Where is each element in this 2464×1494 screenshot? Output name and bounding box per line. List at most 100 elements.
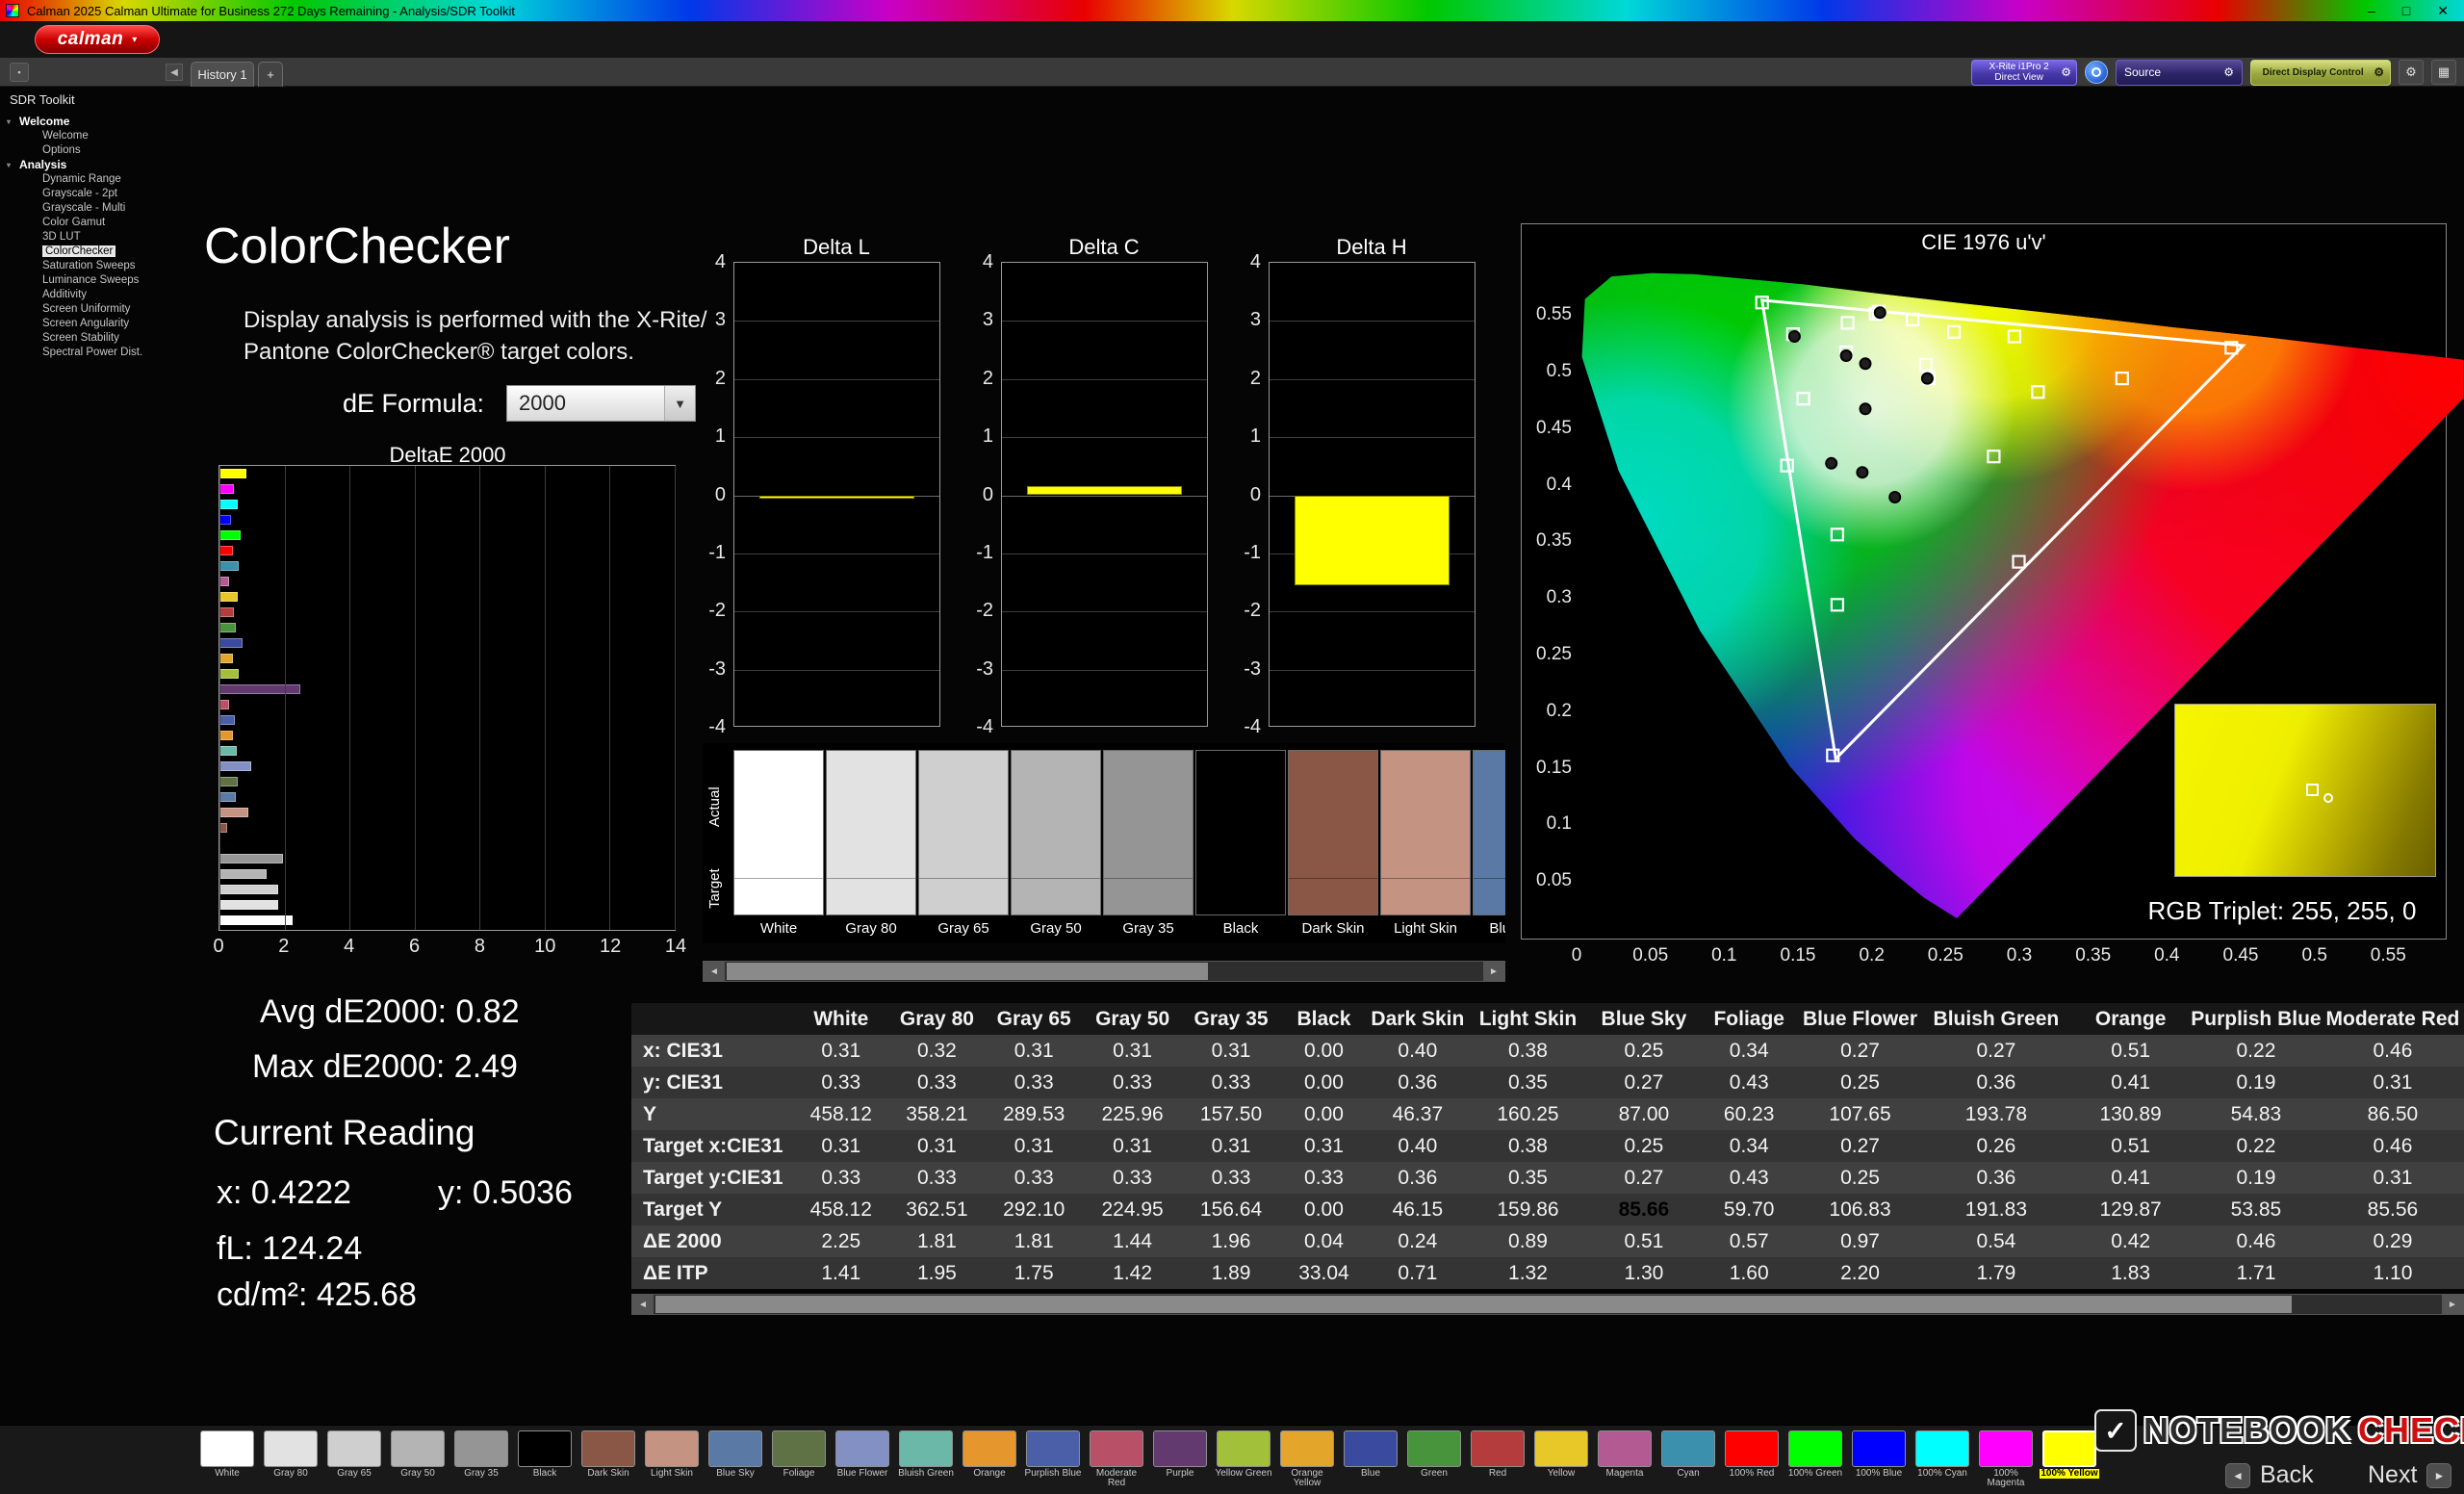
patch-button-blue-flower[interactable]: Blue Flower: [833, 1430, 892, 1479]
table-cell: 0.43: [1699, 1067, 1799, 1098]
patch-button-purple[interactable]: Purple: [1150, 1430, 1210, 1479]
sidebar-item-screen-stability[interactable]: Screen Stability: [0, 331, 189, 346]
table-cell: 1.44: [1083, 1225, 1182, 1257]
table-cell: 0.22: [2191, 1130, 2322, 1162]
scroll-right-icon[interactable]: ►: [1483, 962, 1504, 981]
patch-button-blue-sky[interactable]: Blue Sky: [706, 1430, 765, 1479]
sidebar-item-welcome[interactable]: Welcome: [0, 129, 189, 143]
patch-button-dark-skin[interactable]: Dark Skin: [578, 1430, 638, 1479]
strip-scrollbar[interactable]: ◄ ►: [703, 961, 1505, 982]
gear-icon: ⚙: [2223, 65, 2234, 79]
sidebar-item-additivity[interactable]: Additivity: [0, 288, 189, 302]
sidebar-item-color-gamut[interactable]: Color Gamut: [0, 216, 189, 230]
patch-button-cyan[interactable]: Cyan: [1658, 1430, 1718, 1479]
patch-swatch: [2042, 1430, 2096, 1467]
table-cell: 1.81: [888, 1225, 985, 1257]
strip-patch-label: Light Skin: [1394, 920, 1457, 937]
tab-history[interactable]: History 1: [191, 62, 254, 87]
scroll-thumb[interactable]: [727, 963, 1208, 980]
axis-tick-label: 0: [714, 483, 726, 505]
table-cell: 1.75: [984, 1257, 1084, 1289]
patch-button-100-green[interactable]: 100% Green: [1785, 1430, 1845, 1479]
patch-button-moderate-red[interactable]: Moderate Red: [1087, 1430, 1146, 1488]
display-control-button[interactable]: Direct Display Control ⚙: [2250, 59, 2391, 86]
table-cell: 0.29: [2321, 1225, 2464, 1257]
patch-label: Blue Flower: [836, 1468, 888, 1479]
table-scrollbar[interactable]: ◄ ►: [631, 1294, 2464, 1315]
scroll-left-icon[interactable]: ◄: [704, 962, 725, 981]
menu-button[interactable]: ▪: [10, 63, 29, 82]
scroll-left-icon[interactable]: ◄: [632, 1295, 654, 1314]
sidebar-item-options[interactable]: Options: [0, 143, 189, 158]
patch-button-gray-35[interactable]: Gray 35: [451, 1430, 511, 1479]
patch-button-100-magenta[interactable]: 100% Magenta: [1976, 1430, 2036, 1488]
sidebar-collapse-button[interactable]: ◀: [166, 64, 183, 81]
patch-button-black[interactable]: Black: [515, 1430, 575, 1479]
patch-label: Orange Yellow: [1291, 1468, 1323, 1488]
patch-button-yellow[interactable]: Yellow: [1531, 1430, 1591, 1479]
scroll-thumb[interactable]: [655, 1296, 2292, 1313]
minimize-button[interactable]: –: [2368, 3, 2375, 19]
target-part: [1474, 878, 1505, 914]
patch-button-green[interactable]: Green: [1404, 1430, 1464, 1479]
patch-swatch: [391, 1430, 445, 1467]
patch-button-yellow-green[interactable]: Yellow Green: [1214, 1430, 1273, 1479]
patch-button-gray-65[interactable]: Gray 65: [324, 1430, 384, 1479]
sidebar-item-luminance-sweeps[interactable]: Luminance Sweeps: [0, 273, 189, 288]
maximize-button[interactable]: □: [2402, 3, 2410, 19]
sidebar-item-dynamic-range[interactable]: Dynamic Range: [0, 172, 189, 187]
patch-label: Red: [1488, 1468, 1507, 1479]
patch-button-orange-yellow[interactable]: Orange Yellow: [1277, 1430, 1337, 1488]
patch-button-foliage[interactable]: Foliage: [769, 1430, 829, 1479]
sidebar-item-screen-angularity[interactable]: Screen Angularity: [0, 317, 189, 331]
patch-button-red[interactable]: Red: [1468, 1430, 1527, 1479]
current-reading-heading: Current Reading: [214, 1113, 475, 1152]
tree-expand-icon[interactable]: ▾: [7, 115, 11, 129]
tree-expand-icon[interactable]: ▾: [7, 158, 11, 172]
calman-menu-button[interactable]: calman ▾: [35, 25, 160, 54]
patch-button-white[interactable]: White: [197, 1430, 257, 1479]
patch-button-bluish-green[interactable]: Bluish Green: [896, 1430, 956, 1479]
sidebar-item-analysis[interactable]: ▾ Analysis: [0, 158, 189, 172]
patch-button-100-blue[interactable]: 100% Blue: [1849, 1430, 1909, 1479]
axis-tick-label: 10: [534, 936, 556, 957]
meter-status-badge[interactable]: [2085, 61, 2108, 84]
back-button[interactable]: ◄ Back: [2225, 1461, 2314, 1489]
patch-button-100-cyan[interactable]: 100% Cyan: [1912, 1430, 1972, 1479]
patch-button-100-yellow[interactable]: 100% Yellow: [2040, 1430, 2099, 1479]
patch-button-light-skin[interactable]: Light Skin: [642, 1430, 702, 1479]
target-part: [1381, 878, 1470, 914]
next-button[interactable]: Next ►: [2368, 1461, 2452, 1489]
sidebar-item-grayscale-2pt[interactable]: Grayscale - 2pt: [0, 187, 189, 201]
layout-panel-button[interactable]: ▦: [2431, 60, 2456, 85]
sidebar-item-3d-lut[interactable]: 3D LUT: [0, 230, 189, 245]
table-cell: 0.46: [2321, 1130, 2464, 1162]
sidebar-item-spectral-power-dist-[interactable]: Spectral Power Dist.: [0, 346, 189, 360]
add-tab-button[interactable]: +: [258, 62, 283, 87]
patch-button-orange[interactable]: Orange: [960, 1430, 1019, 1479]
table-cell: 1.81: [984, 1225, 1084, 1257]
patch-button-gray-50[interactable]: Gray 50: [388, 1430, 448, 1479]
sidebar-item-colorchecker[interactable]: ColorChecker: [0, 245, 189, 259]
meter-button[interactable]: X-Rite i1Pro 2 Direct View ⚙: [1971, 59, 2077, 86]
sidebar-item-screen-uniformity[interactable]: Screen Uniformity: [0, 302, 189, 317]
sidebar-item-saturation-sweeps[interactable]: Saturation Sweeps: [0, 259, 189, 273]
sidebar-item-grayscale-multi[interactable]: Grayscale - Multi: [0, 201, 189, 216]
sidebar-item-welcome[interactable]: ▾ Welcome: [0, 115, 189, 129]
patch-button-magenta[interactable]: Magenta: [1595, 1430, 1655, 1479]
axis-tick-label: 3: [982, 309, 993, 331]
cie-y-axis-labels: 0.05 0.1 0.15 0.2 0.25 0.3 0.35 0.4 0.45 0.5 0.55: [1524, 236, 1572, 938]
de-formula-dropdown[interactable]: 2000 ▼: [506, 385, 696, 422]
axis-tick-label: 0: [1571, 945, 1582, 966]
patch-button-gray-80[interactable]: Gray 80: [261, 1430, 321, 1479]
source-button[interactable]: Source ⚙: [2116, 59, 2243, 86]
patch-button-purplish-blue[interactable]: Purplish Blue: [1023, 1430, 1083, 1479]
row-label: y: CIE31: [631, 1067, 793, 1098]
patch-button-100-red[interactable]: 100% Red: [1722, 1430, 1782, 1479]
deltae-x-axis-labels: 0 2 4 6 8 10 12 14: [213, 936, 686, 959]
scroll-right-icon[interactable]: ►: [2442, 1295, 2463, 1314]
close-button[interactable]: ✕: [2437, 3, 2449, 19]
settings-gear-button[interactable]: ⚙: [2399, 60, 2424, 85]
patch-button-blue[interactable]: Blue: [1341, 1430, 1400, 1479]
row-label: Y: [631, 1098, 793, 1130]
